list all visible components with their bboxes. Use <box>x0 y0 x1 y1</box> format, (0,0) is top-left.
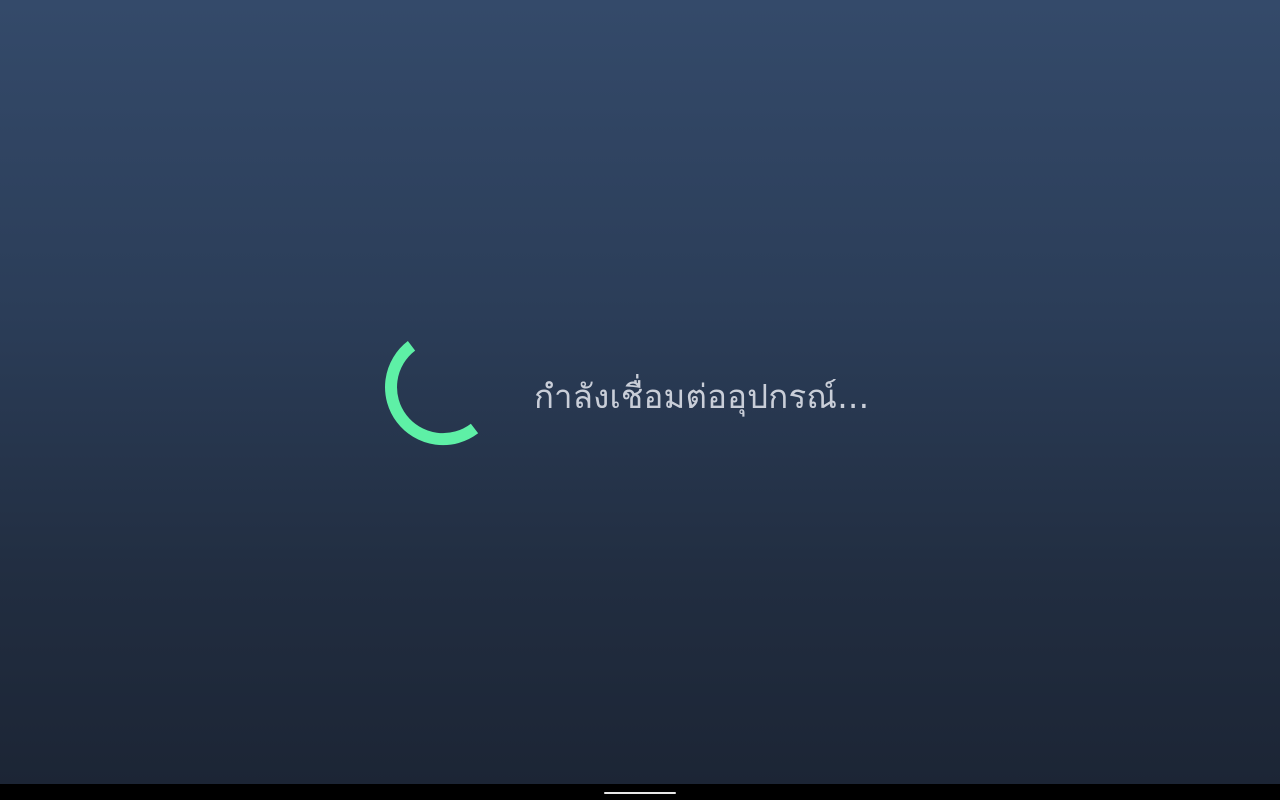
system-navigation-bar <box>0 784 1280 800</box>
loading-indicator: กำลังเชื่อมต่ออุปกรณ์... <box>378 338 869 452</box>
loading-screen: กำลังเชื่อมต่ออุปกรณ์... <box>0 0 1280 784</box>
home-gesture-handle-icon[interactable] <box>604 792 676 794</box>
loading-message: กำลังเชื่อมต่ออุปกรณ์... <box>534 376 870 416</box>
loading-spinner-icon <box>385 341 479 446</box>
